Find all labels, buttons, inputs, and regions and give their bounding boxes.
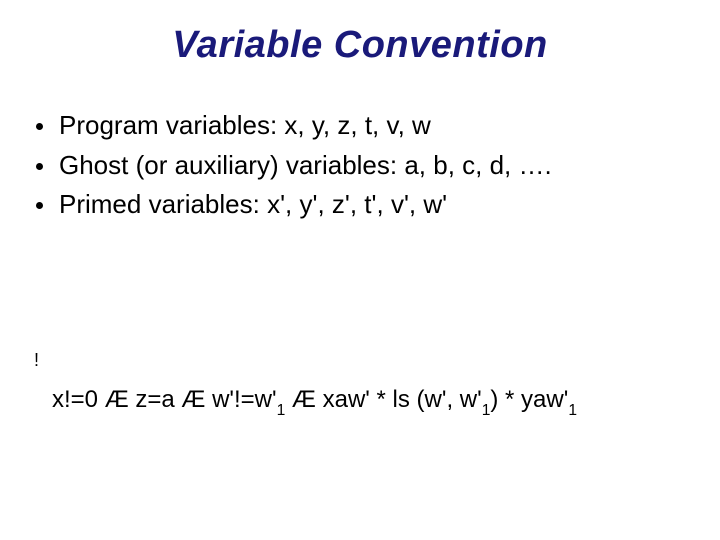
formula-part: ) * yaw' (490, 386, 568, 413)
bullet-item: Program variables: x, y, z, t, v, w (36, 107, 720, 145)
stray-mark: ! (34, 350, 39, 371)
formula-sub: 1 (277, 402, 286, 419)
bullet-dot-icon (36, 163, 43, 170)
bullet-item: Primed variables: x', y', z', t', v', w' (36, 186, 720, 224)
formula-sub: 1 (482, 402, 491, 419)
bullet-item: Ghost (or auxiliary) variables: a, b, c,… (36, 147, 720, 185)
formula-part: x!=0 Æ z=a Æ w'!=w' (52, 386, 277, 413)
bullet-dot-icon (36, 202, 43, 209)
bullet-list: Program variables: x, y, z, t, v, w Ghos… (36, 107, 720, 224)
slide-title: Variable Convention (0, 24, 720, 67)
bullet-text: Ghost (or auxiliary) variables: a, b, c,… (59, 147, 720, 185)
formula-part: Æ xaw' * ls (w', w' (285, 386, 481, 413)
bullet-text: Program variables: x, y, z, t, v, w (59, 107, 720, 145)
slide: Variable Convention Program variables: x… (0, 24, 720, 540)
formula-sub: 1 (568, 402, 577, 419)
formula-line: x!=0 Æ z=a Æ w'!=w'1 Æ xaw' * ls (w', w'… (52, 386, 577, 418)
bullet-dot-icon (36, 123, 43, 130)
bullet-text: Primed variables: x', y', z', t', v', w' (59, 186, 720, 224)
